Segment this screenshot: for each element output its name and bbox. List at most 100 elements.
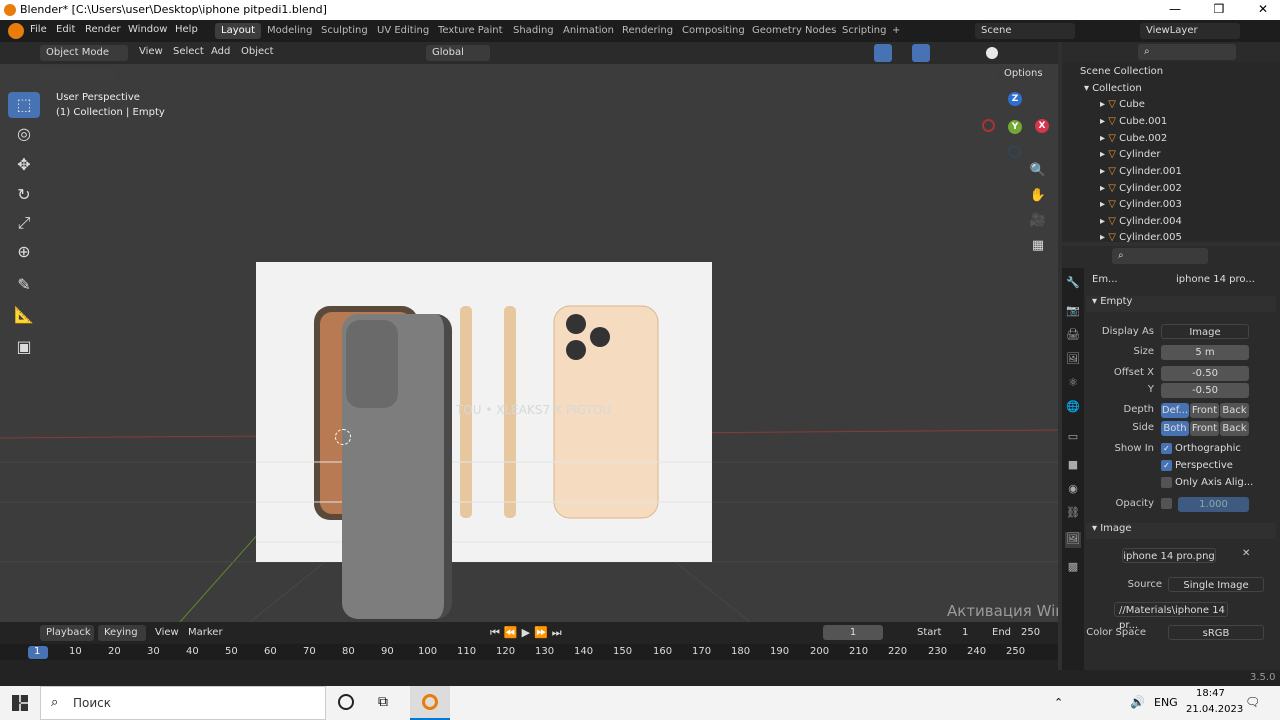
clock-date[interactable]: 21.04.2023 <box>1186 704 1243 715</box>
mode-selector[interactable]: Object Mode <box>40 45 128 61</box>
speaker-icon[interactable]: 🔊 <box>1130 695 1145 709</box>
tab-animation[interactable]: Animation <box>557 23 620 39</box>
side-back-button[interactable]: Back <box>1220 421 1249 436</box>
rotate-tool-icon[interactable]: ↻ <box>8 182 40 208</box>
outliner-item-cylinder-004[interactable]: ▸ ▽ Cylinder.004 <box>1100 216 1280 233</box>
pan-hand-icon[interactable]: ✋ <box>1027 185 1049 207</box>
menu-render[interactable]: Render <box>85 24 121 35</box>
collection-tab-icon[interactable]: ▭ <box>1065 430 1081 446</box>
scene-collection-row[interactable]: Scene Collection <box>1080 66 1280 83</box>
outliner-item-cylinder-003[interactable]: ▸ ▽ Cylinder.003 <box>1100 199 1280 216</box>
transform-orientation-selector[interactable]: Global <box>426 45 490 61</box>
keyboard-language[interactable]: ENG <box>1154 696 1178 709</box>
menu-help[interactable]: Help <box>175 24 198 35</box>
tab-texture-paint[interactable]: Texture Paint <box>432 23 509 39</box>
outliner-item-cube-001[interactable]: ▸ ▽ Cube.001 <box>1100 116 1280 133</box>
panel-empty-header[interactable]: ▾ Empty <box>1086 296 1276 312</box>
menu-view[interactable]: View <box>139 46 163 57</box>
menu-edit[interactable]: Edit <box>56 24 75 35</box>
gizmo-neg-z[interactable] <box>1008 145 1021 158</box>
panel-image-header[interactable]: ▾ Image <box>1086 523 1276 539</box>
cursor-tool-icon[interactable]: ◎ <box>8 121 40 147</box>
overlay-toggle-icon[interactable] <box>912 44 930 62</box>
frame-ruler[interactable]: 1 10 20 30 40 50 60 70 80 90 100 110 120… <box>0 644 1058 660</box>
outliner-item-cube-002[interactable]: ▸ ▽ Cube.002 <box>1100 133 1280 150</box>
camera-view-icon[interactable]: 🎥 <box>1027 210 1049 232</box>
tab-compositing[interactable]: Compositing <box>676 23 751 39</box>
scene-selector[interactable]: Scene <box>975 23 1075 39</box>
collection-row[interactable]: ▾ Collection <box>1084 83 1280 100</box>
opacity-checkbox[interactable] <box>1161 498 1172 509</box>
world-tab-icon[interactable]: 🌐 <box>1065 400 1081 416</box>
close-button[interactable]: ✕ <box>1248 2 1278 16</box>
transform-tool-icon[interactable]: ⊕ <box>8 239 40 265</box>
options-dropdown[interactable]: Options <box>998 66 1054 82</box>
depth-back-button[interactable]: Back <box>1220 403 1249 418</box>
gizmo-neg-x[interactable] <box>982 119 995 132</box>
ortho-grid-icon[interactable]: ▦ <box>1027 235 1049 257</box>
tab-scripting[interactable]: Scripting <box>836 23 892 39</box>
properties-search-input[interactable]: ⌕ <box>1112 248 1208 264</box>
constraints-tab-icon[interactable]: ⛓ <box>1065 506 1081 522</box>
side-front-button[interactable]: Front <box>1190 421 1219 436</box>
tab-layout[interactable]: Layout <box>215 23 261 39</box>
output-tab-icon[interactable]: 🖨 <box>1065 328 1081 344</box>
playback-controls-icon[interactable]: ⏮⏪▶⏩⏭ <box>490 626 566 640</box>
render-tab-icon[interactable]: 📷 <box>1065 304 1081 320</box>
viewlayer-selector[interactable]: ViewLayer <box>1140 23 1240 39</box>
move-tool-icon[interactable]: ✥ <box>8 152 40 178</box>
gizmo-x-axis[interactable]: X <box>1035 119 1049 133</box>
depth-default-button[interactable]: Def... <box>1161 403 1189 418</box>
image-name-field[interactable]: iphone 14 pro.png <box>1122 548 1216 563</box>
gizmo-z-axis[interactable]: Z <box>1008 92 1022 106</box>
taskbar-search-box[interactable]: ⌕ Поиск <box>40 686 326 720</box>
clock-time[interactable]: 18:47 <box>1196 688 1225 699</box>
gizmo-toggle-icon[interactable] <box>874 44 892 62</box>
depth-front-button[interactable]: Front <box>1190 403 1219 418</box>
outliner-search-input[interactable]: ⌕ <box>1138 44 1236 60</box>
outliner-item-cylinder-002[interactable]: ▸ ▽ Cylinder.002 <box>1100 183 1280 200</box>
orthographic-checkbox[interactable]: ✓ <box>1161 443 1172 454</box>
start-frame-field[interactable]: 1 <box>962 627 968 638</box>
image-unlink-icon[interactable]: ✕ <box>1242 548 1250 559</box>
timeline-panel[interactable]: Playback Keying View Marker ⏮⏪▶⏩⏭ 1 Star… <box>0 622 1058 670</box>
outliner-item-cylinder-001[interactable]: ▸ ▽ Cylinder.001 <box>1100 166 1280 183</box>
notification-icon[interactable]: 🗨 <box>1245 695 1260 709</box>
blender-menu-icon[interactable] <box>8 23 24 39</box>
taskbar-blender-app[interactable] <box>410 686 450 720</box>
size-field[interactable]: 5 m <box>1161 345 1249 360</box>
outliner-item-cube[interactable]: ▸ ▽ Cube <box>1100 99 1280 116</box>
annotate-tool-icon[interactable]: ✎ <box>8 272 40 298</box>
keying-menu[interactable]: Keying <box>98 625 146 641</box>
opacity-field[interactable]: 1.000 <box>1178 497 1249 512</box>
object-tab-icon[interactable]: ■ <box>1065 458 1081 474</box>
image-filepath-field[interactable]: //Materials\iphone 14 pr... <box>1114 602 1228 631</box>
timeline-marker-menu[interactable]: Marker <box>188 627 223 638</box>
outliner-item-cylinder-005[interactable]: ▸ ▽ Cylinder.005 <box>1100 232 1280 242</box>
offset-y-field[interactable]: -0.50 <box>1161 383 1249 398</box>
tab-uv-editing[interactable]: UV Editing <box>371 23 435 39</box>
maximize-button[interactable]: ❒ <box>1204 2 1234 16</box>
tool-tab-icon[interactable]: 🔧 <box>1065 276 1081 292</box>
tab-geometry-nodes[interactable]: Geometry Nodes <box>746 23 842 39</box>
minimize-button[interactable]: — <box>1160 2 1190 16</box>
tray-chevron-icon[interactable]: ⌃ <box>1054 696 1063 709</box>
select-mode-icons[interactable] <box>38 69 116 81</box>
outliner-item-cylinder[interactable]: ▸ ▽ Cylinder <box>1100 149 1280 166</box>
offset-x-field[interactable]: -0.50 <box>1161 366 1249 381</box>
viewport-3d[interactable]: TOU • XLEAKS7 X PIGTOU Object Mode View … <box>0 42 1058 622</box>
measure-tool-icon[interactable]: 📐 <box>8 302 40 328</box>
current-frame-field[interactable]: 1 <box>823 625 883 640</box>
gizmo-y-axis[interactable]: Y <box>1008 120 1022 134</box>
source-selector[interactable]: Single Image <box>1168 577 1264 592</box>
playback-menu[interactable]: Playback <box>40 625 94 641</box>
perspective-checkbox[interactable]: ✓ <box>1161 460 1172 471</box>
timeline-view-menu[interactable]: View <box>155 627 179 638</box>
task-view-icon[interactable]: ⧉ <box>378 694 388 710</box>
add-cube-tool-icon[interactable]: ▣ <box>8 334 40 360</box>
physics-tab-icon[interactable]: ◉ <box>1065 482 1081 498</box>
reference-image-empty[interactable]: TOU • XLEAKS7 X PIGTOU <box>256 262 712 562</box>
select-box-tool-icon[interactable]: ⬚ <box>8 92 40 118</box>
solid-shading-icon[interactable] <box>986 47 998 59</box>
zoom-icon[interactable]: 🔍 <box>1027 160 1049 182</box>
